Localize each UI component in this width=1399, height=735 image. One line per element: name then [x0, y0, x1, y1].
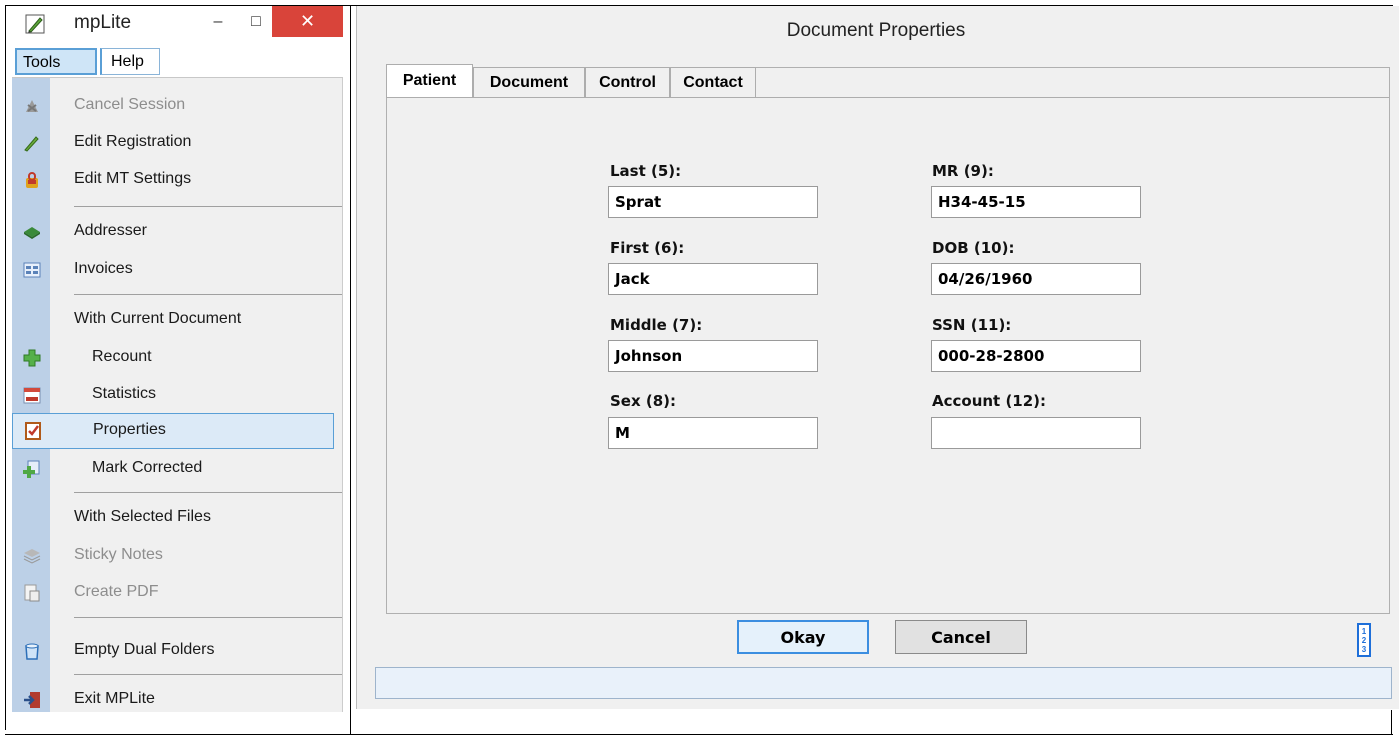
ssn-field[interactable]: 000-28-2800 — [931, 340, 1141, 372]
last-name-field[interactable]: Sprat — [608, 186, 818, 218]
menu-item-label: Cancel Session — [74, 96, 186, 113]
pencil-icon — [23, 134, 41, 152]
middle-name-label: Middle (7): — [610, 316, 703, 334]
menu-item-label: Properties — [93, 421, 166, 438]
menu-item-label: Statistics — [92, 385, 157, 402]
menu-section-header: With Selected Files — [74, 508, 211, 525]
menu-item-exit[interactable]: Exit MPLite — [12, 682, 343, 718]
menu-separator — [74, 492, 342, 493]
menu-item-label: Empty Dual Folders — [74, 641, 215, 658]
tab-panel — [386, 67, 1390, 614]
tab-strip-line — [386, 97, 1389, 98]
menu-separator — [74, 294, 342, 295]
menu-item-label: Edit Registration — [74, 133, 192, 150]
tools-dropdown-menu: Cancel Session Edit Registration Edit MT… — [12, 78, 343, 712]
tab-control[interactable]: Control — [585, 67, 670, 97]
tab-label: Contact — [683, 73, 743, 91]
menu-item-sticky-notes[interactable]: Sticky Notes — [12, 538, 343, 574]
menu-help[interactable]: Help — [100, 48, 160, 75]
tab-document[interactable]: Document — [473, 67, 585, 97]
menu-item-label: Addresser — [74, 222, 147, 239]
app-pencil-icon — [24, 13, 46, 35]
menu-item-label: Sticky Notes — [74, 546, 163, 563]
menu-item-label: Create PDF — [74, 583, 159, 600]
okay-button-label: Okay — [780, 627, 826, 647]
numbered-list-icon-glyph: 123 — [1361, 626, 1367, 654]
statistics-icon — [23, 386, 41, 404]
empty-folders-icon — [23, 642, 41, 660]
account-field[interactable] — [931, 417, 1141, 449]
cancel-session-icon — [23, 97, 41, 115]
menu-separator — [74, 206, 342, 207]
tab-patient[interactable]: Patient — [386, 64, 473, 97]
menu-item-label: Mark Corrected — [92, 459, 203, 476]
maximize-icon: □ — [251, 12, 261, 30]
menu-item-label: Exit MPLite — [74, 690, 155, 707]
menu-bar: Tools Help — [12, 47, 343, 78]
settings-lock-icon — [23, 171, 41, 189]
cancel-button[interactable]: Cancel — [895, 620, 1027, 654]
menu-item-label: Edit MT Settings — [74, 170, 192, 187]
app-title: mpLite — [74, 12, 132, 33]
frame-divider — [350, 5, 351, 734]
menu-item-properties[interactable]: Properties — [12, 413, 334, 449]
menu-separator — [74, 617, 342, 618]
mplite-window: mpLite – □ ✕ Tools Help Cancel Session E… — [12, 6, 343, 712]
maximize-button[interactable]: □ — [238, 6, 274, 37]
frame-right-edge — [1391, 710, 1392, 734]
menu-item-invoices[interactable]: Invoices — [12, 252, 343, 288]
menu-item-label: Recount — [92, 348, 152, 365]
menu-item-cancel-session[interactable]: Cancel Session — [12, 88, 343, 124]
menu-section-header: With Current Document — [74, 310, 242, 327]
document-properties-dialog: Patient Document Control Contact Last (5… — [356, 6, 1399, 709]
invoices-icon — [23, 261, 41, 279]
okay-button[interactable]: Okay — [737, 620, 869, 654]
create-pdf-icon — [23, 584, 41, 602]
menu-item-edit-mt-settings[interactable]: Edit MT Settings — [12, 162, 343, 198]
dialog-title: Document Properties — [786, 20, 966, 41]
sticky-notes-icon — [23, 547, 41, 565]
tab-label: Patient — [402, 72, 457, 89]
dob-field[interactable]: 04/26/1960 — [931, 263, 1141, 295]
last-name-label: Last (5): — [610, 162, 682, 180]
menu-item-addresser[interactable]: Addresser — [12, 214, 343, 250]
sex-field[interactable]: M — [608, 417, 818, 449]
menu-item-create-pdf[interactable]: Create PDF — [12, 575, 343, 611]
menu-tools[interactable]: Tools — [15, 48, 97, 75]
cancel-button-label: Cancel — [931, 627, 991, 647]
menu-item-mark-corrected[interactable]: Mark Corrected — [12, 451, 343, 487]
tab-label: Document — [489, 73, 569, 91]
addresser-icon — [23, 223, 41, 241]
minimize-icon: – — [213, 12, 223, 30]
title-bar: mpLite – □ ✕ — [12, 6, 343, 44]
ssn-label: SSN (11): — [932, 316, 1012, 334]
minimize-button[interactable]: – — [198, 6, 238, 37]
menu-item-empty-dual-folders[interactable]: Empty Dual Folders — [12, 633, 343, 669]
tab-contact[interactable]: Contact — [670, 67, 756, 97]
menu-item-statistics[interactable]: Statistics — [12, 377, 343, 413]
recount-plus-icon — [23, 349, 41, 367]
mark-corrected-icon — [23, 460, 41, 478]
status-bar — [375, 667, 1392, 699]
numbered-list-icon[interactable]: 123 — [1357, 623, 1371, 657]
account-label: Account (12): — [932, 392, 1047, 410]
exit-icon — [23, 691, 41, 709]
menu-item-recount[interactable]: Recount — [12, 340, 343, 376]
menu-help-label: Help — [111, 53, 144, 70]
menu-tools-label: Tools — [23, 54, 61, 71]
dob-label: DOB (10): — [932, 239, 1015, 257]
middle-name-field[interactable]: Johnson — [608, 340, 818, 372]
mr-field[interactable]: H34-45-15 — [931, 186, 1141, 218]
properties-icon — [24, 422, 42, 440]
close-button[interactable]: ✕ — [272, 6, 343, 37]
menu-item-edit-registration[interactable]: Edit Registration — [12, 125, 343, 161]
first-name-field[interactable]: Jack — [608, 263, 818, 295]
first-name-label: First (6): — [610, 239, 685, 257]
menu-item-label: Invoices — [74, 260, 133, 277]
mr-label: MR (9): — [932, 162, 994, 180]
menu-separator — [74, 674, 342, 675]
sex-label: Sex (8): — [610, 392, 677, 410]
tab-label: Control — [599, 73, 656, 91]
close-icon: ✕ — [299, 11, 316, 31]
